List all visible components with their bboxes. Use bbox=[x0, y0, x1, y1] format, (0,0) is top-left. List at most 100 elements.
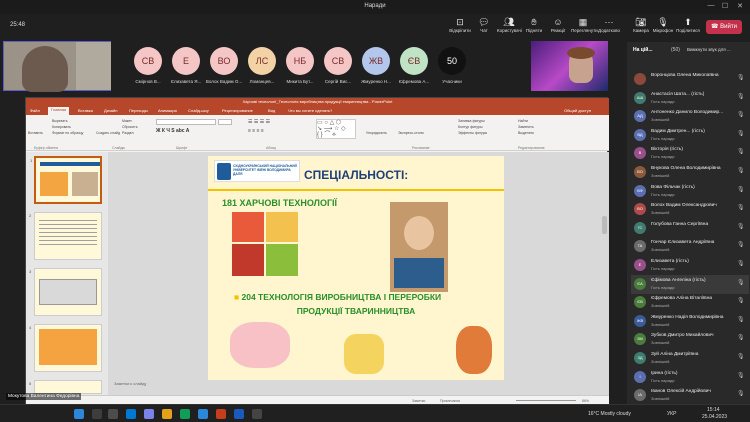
participant-row[interactable]: ЗД Зуй Аліна Дмитріївна Зовнішній 🎙︎ bbox=[631, 349, 749, 368]
mic-muted-icon[interactable]: 🎙︎ bbox=[737, 111, 745, 118]
mic-muted-icon[interactable]: 🎙︎ bbox=[737, 316, 745, 323]
paste-button[interactable]: Вставить bbox=[28, 131, 43, 135]
participant-row[interactable]: ІА Іванов Олексій Андрійович Зовнішній 🎙︎ bbox=[631, 386, 749, 405]
copy-button[interactable]: Копировать bbox=[52, 125, 71, 129]
unpin-button[interactable]: ⊡ Відкріпити bbox=[448, 17, 472, 33]
word-icon[interactable] bbox=[234, 409, 244, 419]
find-button[interactable]: Найти bbox=[518, 119, 528, 123]
participant-avatar[interactable]: НБ bbox=[286, 47, 314, 75]
new-slide-button[interactable]: Создать слайд bbox=[96, 131, 120, 135]
participant-row[interactable]: ЖВ Жмуренко Надія Володимирівна Зовнішній 🎙… bbox=[631, 312, 749, 331]
arrange-button[interactable]: Упорядочить bbox=[366, 131, 387, 135]
section-button[interactable]: Раздел bbox=[122, 131, 134, 135]
participant-row[interactable]: ВО Волох Вадим Олександрович Зовнішній 🎙︎ bbox=[631, 200, 749, 219]
mic-muted-icon[interactable]: 🎙︎ bbox=[737, 334, 745, 341]
shape-fill-button[interactable]: Заливка фигуры bbox=[458, 119, 485, 123]
shapes-gallery[interactable]: ▭ ○ △ ⬡ ↘ ⟶ ☆ ◇{ } ⌒ ⟡ bbox=[316, 119, 356, 139]
slide-thumbnail-4[interactable]: 4 bbox=[29, 324, 102, 372]
clock-date[interactable]: 25.04.2023 bbox=[702, 414, 727, 420]
task-view-icon[interactable] bbox=[108, 409, 118, 419]
tab-design[interactable]: Дизайн bbox=[104, 108, 117, 113]
video-tile-self[interactable] bbox=[3, 41, 111, 92]
powerpoint-icon[interactable] bbox=[216, 409, 226, 419]
font-size-select[interactable] bbox=[218, 119, 232, 125]
reactions-button[interactable]: ☺ Реакції bbox=[546, 17, 570, 33]
mic-button[interactable]: 🎙︎ Мікрофон bbox=[651, 17, 675, 33]
shared-powerpoint-window[interactable]: Харчові технології_Технологія виробництв… bbox=[25, 97, 609, 405]
participant-row[interactable]: ЄВ Єфремова Аліна Віталіївна Зовнішній 🎙︎ bbox=[631, 293, 749, 312]
participant-row[interactable]: АШ Анастасія Шата... (гість) Гість наради 🎙… bbox=[631, 89, 749, 108]
participant-row[interactable]: ГС Голубова Ганна Сергіївна 🎙︎ bbox=[631, 219, 749, 238]
participant-row[interactable]: Е Елизавета (гість) Гість наради 🎙︎ bbox=[631, 256, 749, 275]
weather-widget[interactable]: 16°C Mostly cloudy bbox=[588, 411, 631, 417]
slide-thumbnail-1[interactable]: 1 bbox=[30, 156, 102, 204]
mic-muted-icon[interactable]: 🎙︎ bbox=[737, 297, 745, 304]
participant-avatar[interactable]: 50 bbox=[438, 47, 466, 75]
mic-muted-icon[interactable]: 🎙︎ bbox=[737, 223, 745, 230]
mic-muted-icon[interactable]: 🎙︎ bbox=[737, 390, 745, 397]
mic-muted-icon[interactable]: 🎙︎ bbox=[737, 167, 745, 174]
slide-thumbnail-2[interactable]: 2 bbox=[29, 212, 102, 260]
store-icon[interactable] bbox=[198, 409, 208, 419]
participant-row[interactable]: ЗМ Зубков Дмитро Михайлович Зовнішній 🎙︎ bbox=[631, 330, 749, 349]
participant-avatar[interactable]: ЛС bbox=[248, 47, 276, 75]
mic-muted-icon[interactable]: 🎙︎ bbox=[737, 148, 745, 155]
participant-avatar[interactable]: Е bbox=[172, 47, 200, 75]
notes-placeholder[interactable]: Заметки к слайду bbox=[114, 381, 146, 386]
font-family-select[interactable] bbox=[156, 119, 216, 125]
mic-muted-icon[interactable]: 🎙︎ bbox=[737, 260, 745, 267]
mic-muted-icon[interactable]: 🎙︎ bbox=[737, 241, 745, 248]
tab-review[interactable]: Рецензирование bbox=[222, 108, 253, 113]
participant-row[interactable]: ГА Гончар Єлизавета Андріївна Зовнішній 🎙︎ bbox=[631, 237, 749, 256]
keyboard-language[interactable]: УКР bbox=[667, 411, 676, 417]
mic-muted-icon[interactable]: 🎙︎ bbox=[737, 93, 745, 100]
people-button[interactable]: 👥︎ Користувачі bbox=[497, 17, 522, 33]
paragraph-icons[interactable]: ☰ ☰ ☰ ☰ bbox=[248, 119, 270, 125]
participant-row[interactable]: Воронцова Олена Миколаївна 🎙︎ bbox=[631, 70, 749, 89]
select-button[interactable]: Выделить bbox=[518, 131, 534, 135]
mute-all-button[interactable]: Вимкнути звук для ... bbox=[687, 47, 731, 52]
mic-muted-icon[interactable]: 🎙︎ bbox=[737, 74, 745, 81]
tab-home[interactable]: Главная bbox=[48, 107, 70, 115]
chat-button[interactable]: 💬︎ Чат bbox=[472, 17, 496, 33]
search-icon[interactable] bbox=[92, 409, 102, 419]
cut-button[interactable]: Вырезать bbox=[52, 119, 68, 123]
maximize-icon[interactable]: ☐ bbox=[720, 2, 730, 10]
chrome-icon[interactable] bbox=[180, 409, 190, 419]
shape-effects-button[interactable]: Эффекты фигуры bbox=[458, 131, 487, 135]
more-button[interactable]: ··· Додатково bbox=[597, 17, 621, 33]
tab-file[interactable]: Файл bbox=[30, 108, 40, 113]
participant-avatar[interactable]: ЖВ bbox=[362, 47, 390, 75]
view-button[interactable]: ▦ Переглянути bbox=[571, 17, 598, 33]
mic-muted-icon[interactable]: 🎙︎ bbox=[737, 204, 745, 211]
tab-transitions[interactable]: Переходы bbox=[129, 108, 148, 113]
teams-icon[interactable] bbox=[144, 409, 154, 419]
shape-outline-button[interactable]: Контур фигуры bbox=[458, 125, 482, 129]
tell-me-search[interactable]: Что вы хотите сделать? bbox=[288, 108, 332, 113]
quick-styles-button[interactable]: Экспресс-стили bbox=[398, 131, 424, 135]
canvas-scrollbar[interactable] bbox=[602, 216, 607, 234]
format-painter-button[interactable]: Формат по образцу bbox=[52, 131, 83, 135]
participant-row[interactable]: ВФ Вова Фільчак (гість) Гість наради 🎙︎ bbox=[631, 182, 749, 201]
notes-button[interactable]: Заметки bbox=[412, 399, 425, 403]
participant-row[interactable]: АД Антоненко Данило Володимир... Зовнішній… bbox=[631, 107, 749, 126]
participant-row[interactable]: ЄА Єфімова Ангеліна (гість) Гість наради 🎙︎ bbox=[631, 274, 749, 294]
mic-muted-icon[interactable]: 🎙︎ bbox=[737, 353, 745, 360]
participant-row[interactable]: І Ірина (гість) Гість наради 🎙︎ bbox=[631, 368, 749, 387]
participant-avatar[interactable]: ЄВ bbox=[400, 47, 428, 75]
app-icon[interactable] bbox=[252, 409, 262, 419]
align-icons[interactable]: ≡ ≡ ≡ ≡ bbox=[248, 128, 264, 134]
raise-hand-button[interactable]: ✋︎ Підняти bbox=[522, 17, 546, 33]
tab-animation[interactable]: Анимация bbox=[158, 108, 177, 113]
share-access-button[interactable]: Общий доступ bbox=[564, 108, 591, 113]
participant-avatar[interactable]: СВ bbox=[134, 47, 162, 75]
share-button[interactable]: ⬆︎ Поділитися bbox=[676, 17, 700, 33]
participant-row[interactable]: ВД Вадим Дмитрен... (гість) Гість наради 🎙︎ bbox=[631, 126, 749, 145]
participant-row[interactable]: ВО Внукова Олена Володимирівна Зовнішній 🎙︎ bbox=[631, 163, 749, 182]
tab-view[interactable]: Вид bbox=[268, 108, 275, 113]
participant-avatar[interactable]: СВ bbox=[324, 47, 352, 75]
slide-thumbnail-3[interactable]: 3 bbox=[29, 268, 102, 316]
video-tile-presenter[interactable] bbox=[531, 41, 608, 91]
explorer-icon[interactable] bbox=[162, 409, 172, 419]
font-format-icons[interactable]: Ж К Ч S abc A bbox=[156, 128, 189, 134]
